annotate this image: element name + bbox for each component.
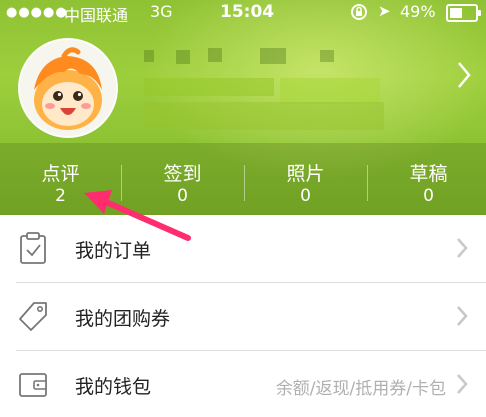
carrier-label: 中国联通 [64, 6, 129, 25]
network-type: 3G [150, 2, 173, 21]
clock: 15:04 [220, 2, 275, 22]
battery-icon [446, 4, 481, 22]
wallet-subtitle: 余额/返现/抵用券/卡包 [275, 379, 446, 399]
chevron-right-icon [455, 373, 469, 395]
stat-drafts[interactable]: 草稿 0 [368, 143, 486, 215]
menu-item-wallet[interactable]: 我的钱包 余额/返现/抵用券/卡包 [0, 351, 486, 417]
location-icon: ➤ [378, 2, 391, 20]
avatar[interactable] [18, 38, 118, 138]
clipboard-check-icon [16, 231, 50, 265]
cartoon-avatar-icon [34, 47, 102, 130]
stat-count: 0 [300, 186, 311, 206]
rotation-lock-icon [350, 3, 368, 25]
stat-label: 照片 [286, 163, 325, 185]
stat-count: 0 [423, 186, 434, 206]
username-blurred [140, 42, 390, 132]
menu-item-coupons[interactable]: 我的团购券 [0, 283, 486, 349]
stat-label: 草稿 [409, 163, 448, 185]
status-bar: ●●●●● 中国联通 3G 15:04 ➤ 49% [0, 0, 486, 25]
signal-icon: ●●●●● [6, 5, 68, 20]
menu-item-label: 我的团购券 [75, 308, 171, 330]
menu-item-label: 我的钱包 [75, 376, 152, 398]
chevron-right-icon [455, 237, 469, 259]
wallet-icon [16, 367, 50, 401]
stat-photos[interactable]: 照片 0 [245, 143, 366, 215]
tag-icon [16, 299, 50, 333]
profile-chevron-icon[interactable] [456, 60, 472, 90]
annotation-arrow-icon [84, 190, 191, 241]
chevron-right-icon [455, 305, 469, 327]
battery-percent: 49% [400, 2, 436, 21]
